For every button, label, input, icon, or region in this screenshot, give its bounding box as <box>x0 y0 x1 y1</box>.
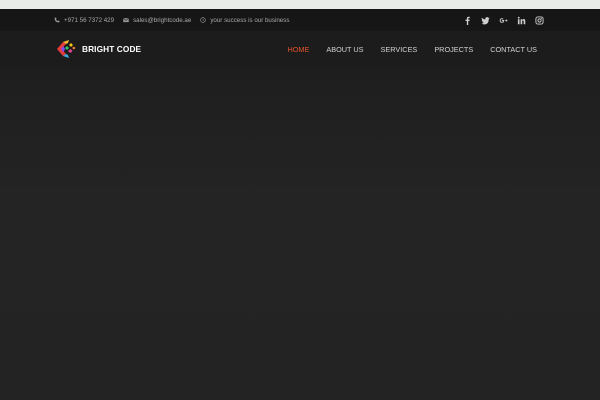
phone-icon <box>54 17 60 23</box>
browser-top-strip <box>0 0 600 9</box>
social-links <box>463 9 544 31</box>
nav-services[interactable]: SERVICES <box>381 45 418 54</box>
site-header: BRIGHT CODE HOME ABOUT US SERVICES PROJE… <box>0 31 600 67</box>
site-logo[interactable]: BRIGHT CODE <box>55 39 141 59</box>
nav-contact-us[interactable]: CONTACT US <box>490 45 537 54</box>
phone-contact[interactable]: +971 56 7372 429 <box>54 17 114 24</box>
twitter-icon[interactable] <box>481 16 490 25</box>
linkedin-icon[interactable] <box>517 16 526 25</box>
main-navigation: HOME ABOUT US SERVICES PROJECTS CONTACT … <box>287 31 537 67</box>
nav-home[interactable]: HOME <box>287 45 309 54</box>
email-contact[interactable]: sales@brightcode.ae <box>123 17 191 24</box>
phone-number: +971 56 7372 429 <box>64 16 115 24</box>
email-address: sales@brightcode.ae <box>133 16 192 24</box>
clock-icon <box>200 17 207 23</box>
nav-about-us[interactable]: ABOUT US <box>326 45 363 54</box>
tagline: your success is our business <box>200 17 289 24</box>
contact-info: +971 56 7372 429 sales@brightcode.ae you… <box>54 9 289 31</box>
google-plus-icon[interactable] <box>499 16 508 25</box>
bright-code-logo-icon <box>55 39 77 59</box>
tagline-text: your success is our business <box>210 16 290 24</box>
top-info-bar: +971 56 7372 429 sales@brightcode.ae you… <box>0 9 600 31</box>
envelope-icon <box>123 17 129 23</box>
facebook-icon[interactable] <box>463 16 472 25</box>
nav-projects[interactable]: PROJECTS <box>434 45 473 54</box>
logo-text: BRIGHT CODE <box>82 44 142 54</box>
instagram-icon[interactable] <box>535 15 544 25</box>
hero-section <box>0 67 600 400</box>
